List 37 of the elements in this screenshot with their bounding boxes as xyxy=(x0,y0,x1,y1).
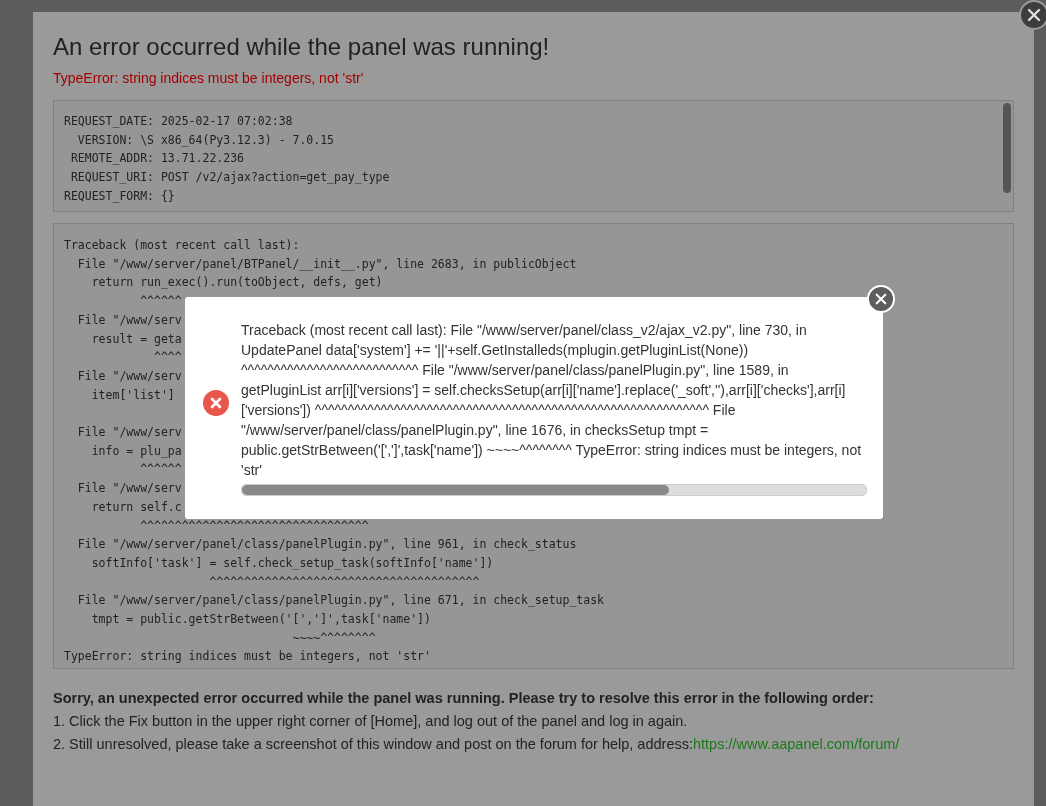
request-line: VERSION: \S x86_64(Py3.12.3) - 7.0.15 xyxy=(76,131,335,149)
help-step: 2. Still unresolved, please take a screenshot of this window and post on the forum for help, address: xyxy=(53,736,693,752)
traceback-line: info = plu_pa xyxy=(90,442,182,460)
traceback-line: tmpt = public.getStrBetween('[',']',task['name']) xyxy=(90,611,431,629)
traceback-line: File "/www/server/panel/BTPanel/__init__.py", line 2683, in publicObject xyxy=(76,255,577,273)
traceback-line: ^^^^^^^^^^^^^^^^^^^^^^^^^^^^^^^^^^^^^^^ xyxy=(208,573,480,591)
traceback-line: File "/www/server/panel/class/panelPlugin.py", line 671, in check_setup_task xyxy=(76,592,605,610)
traceback-line: softInfo['task'] = self.check_setup_task(softInfo['name']) xyxy=(90,554,494,572)
error-message: TypeError: string indices must be integers, not 'str' xyxy=(53,70,365,86)
traceback-line: Traceback (most recent call last): xyxy=(64,237,300,254)
traceback-line: File "/www/serv xyxy=(76,480,182,498)
traceback-line: return self.c xyxy=(90,498,182,516)
help-step: 1. Click the Fix button in the upper right corner of [Home], and log out of the panel and log in again. xyxy=(53,713,688,729)
traceback-line: File "/www/serv xyxy=(76,367,182,385)
traceback-line: item['list'] xyxy=(90,386,175,404)
traceback-line: return run_exec().run(toObject, defs, get) xyxy=(90,274,383,292)
traceback-line: ^^^^^^ xyxy=(139,293,182,311)
help-heading: Sorry, an unexpected error occurred while the panel was running. Please try to resolve this error in the following order: xyxy=(53,689,875,708)
close-icon[interactable] xyxy=(1019,0,1046,30)
request-line: REQUEST_DATE: 2025-02-17 07:02:38 xyxy=(64,113,293,130)
request-line: REQUEST_URI: POST /v2/ajax?action=get_pay_type xyxy=(69,169,390,187)
error-icon xyxy=(203,390,229,416)
toast-message: Traceback (most recent call last): File "/www/server/panel/class_v2/ajax_v2.py", line 730, in UpdatePanel data['system'] += '||'+self.GetInstalleds(mplugin.getPluginList(None)) ^^^^^^^^^^^^^^^^^^^^^^^^^^^ File "/www/server/panel/class/panelPlugin.py", line 1589, in getPluginList arr[i]['versions'] = self.checksSetup(arr[i]['name'].replace('_soft',''),arr[i]['checks'],arr[i]['versions']) ^^^^^^^^^^^^^^^^^^^^^^^^^^^^^^^^^^^^^^^^^^^^^^^^^^^^^^^^^^^^ File "/www/server/panel/class/panelPlugin.py", line 1676, in checksSetup tmpt = public.getStrBetween('[',']',task['name']) ~~~~^^^^^^^^ TypeError: string indices must be integers, not 'str' xyxy=(241,321,863,480)
dialog-title: An error occurred while the panel was running! xyxy=(53,32,551,62)
traceback-line: File "/www/server/panel/class/panelPlugin.py", line 961, in check_status xyxy=(76,536,577,554)
scrollbar[interactable] xyxy=(1003,103,1011,193)
traceback-line: ^^^^^^^^^^^^^^^^^^^^^^^^^^^^^^^^^ xyxy=(139,517,369,535)
traceback-line: File "/www/serv xyxy=(76,311,182,329)
traceback-line: ^^^^^^ xyxy=(139,461,182,479)
traceback-line: ^^^^ xyxy=(153,349,182,367)
traceback-line: File "/www/serv xyxy=(76,424,182,441)
forum-link[interactable]: https://www.aapanel.com/forum/ xyxy=(693,736,900,752)
traceback-line: ~~~~^^^^^^^^ xyxy=(291,629,376,647)
request-line: REQUEST_FORM: {} xyxy=(64,187,175,205)
request-line: REMOTE_ADDR: 13.71.22.236 xyxy=(69,150,244,168)
traceback-line: TypeError: string indices must be integers, not 'str' xyxy=(64,648,431,666)
traceback-line: result = geta xyxy=(90,330,182,348)
